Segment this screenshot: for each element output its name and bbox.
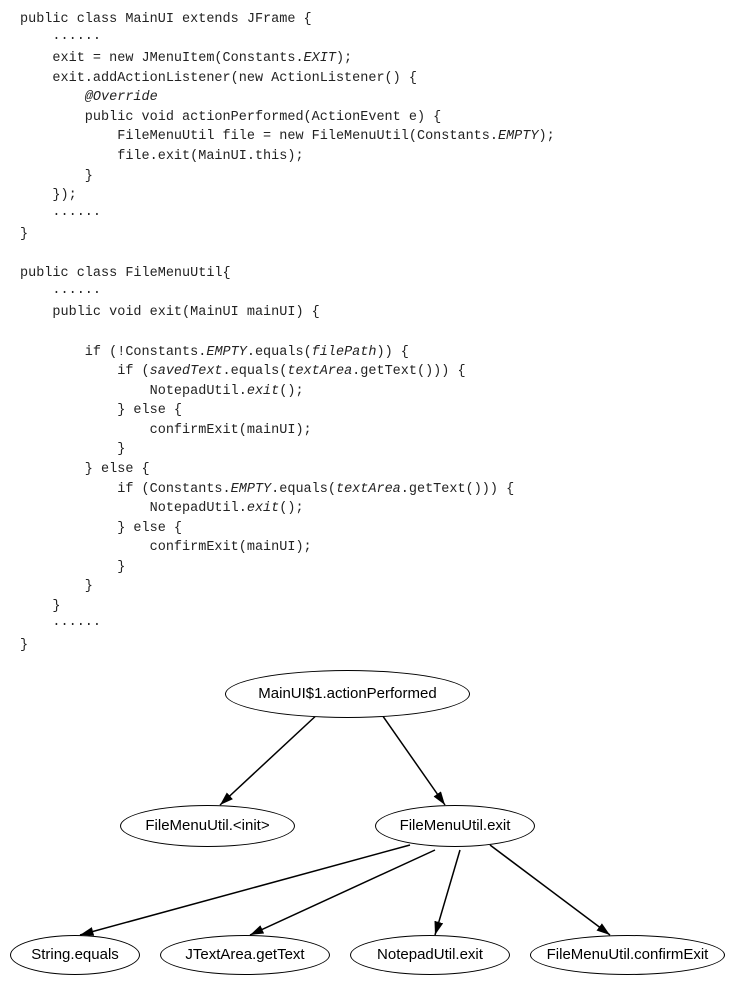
- code-line: FileMenuUtil file = new FileMenuUtil(Con…: [20, 129, 555, 144]
- code-line: NotepadUtil.exit();: [20, 384, 304, 399]
- code-line: public class MainUI extends JFrame {: [20, 12, 312, 27]
- code-line: } else {: [20, 403, 182, 418]
- node-filemenuutil-exit: FileMenuUtil.exit: [375, 805, 535, 847]
- node-label: MainUI$1.actionPerformed: [258, 683, 436, 705]
- code-line: confirmExit(mainUI);: [20, 423, 312, 438]
- code-line: NotepadUtil.exit();: [20, 501, 304, 516]
- code-line: }: [20, 227, 28, 242]
- node-filemenuutil-init: FileMenuUtil.<init>: [120, 805, 295, 847]
- code-line: public class FileMenuUtil{: [20, 266, 231, 281]
- code-line: ······: [20, 286, 101, 301]
- code-line: file.exit(MainUI.this);: [20, 149, 304, 164]
- code-block: public class MainUI extends JFrame { ···…: [0, 0, 729, 656]
- node-label: FileMenuUtil.exit: [400, 815, 511, 837]
- call-graph: MainUI$1.actionPerformed FileMenuUtil.<i…: [0, 650, 729, 1000]
- code-line: }: [20, 442, 125, 457]
- node-filemenuutil-confirmexit: FileMenuUtil.confirmExit: [530, 935, 725, 975]
- code-line: exit = new JMenuItem(Constants.EXIT);: [20, 51, 352, 66]
- code-line: @Override: [20, 90, 158, 105]
- code-line: }: [20, 599, 61, 614]
- node-root: MainUI$1.actionPerformed: [225, 670, 470, 718]
- code-line: confirmExit(mainUI);: [20, 540, 312, 555]
- code-line: exit.addActionListener(new ActionListene…: [20, 71, 417, 86]
- code-line: public void exit(MainUI mainUI) {: [20, 305, 320, 320]
- node-label: String.equals: [31, 944, 119, 966]
- code-line: }: [20, 560, 125, 575]
- node-label: JTextArea.getText: [185, 944, 304, 966]
- node-string-equals: String.equals: [10, 935, 140, 975]
- node-label: FileMenuUtil.<init>: [145, 815, 269, 837]
- code-line: }: [20, 169, 93, 184]
- code-line: } else {: [20, 521, 182, 536]
- code-line: } else {: [20, 462, 150, 477]
- code-line: public void actionPerformed(ActionEvent …: [20, 110, 441, 125]
- code-line: });: [20, 188, 77, 203]
- node-notepadutil-exit: NotepadUtil.exit: [350, 935, 510, 975]
- node-label: FileMenuUtil.confirmExit: [547, 944, 709, 966]
- code-line: }: [20, 579, 93, 594]
- node-label: NotepadUtil.exit: [377, 944, 483, 966]
- node-jtextarea-gettext: JTextArea.getText: [160, 935, 330, 975]
- code-line: if (!Constants.EMPTY.equals(filePath)) {: [20, 345, 409, 360]
- code-line: ······: [20, 32, 101, 47]
- code-line: if (Constants.EMPTY.equals(textArea.getT…: [20, 482, 514, 497]
- code-line: if (savedText.equals(textArea.getText())…: [20, 364, 466, 379]
- code-line: ······: [20, 618, 101, 633]
- code-line: ······: [20, 208, 101, 223]
